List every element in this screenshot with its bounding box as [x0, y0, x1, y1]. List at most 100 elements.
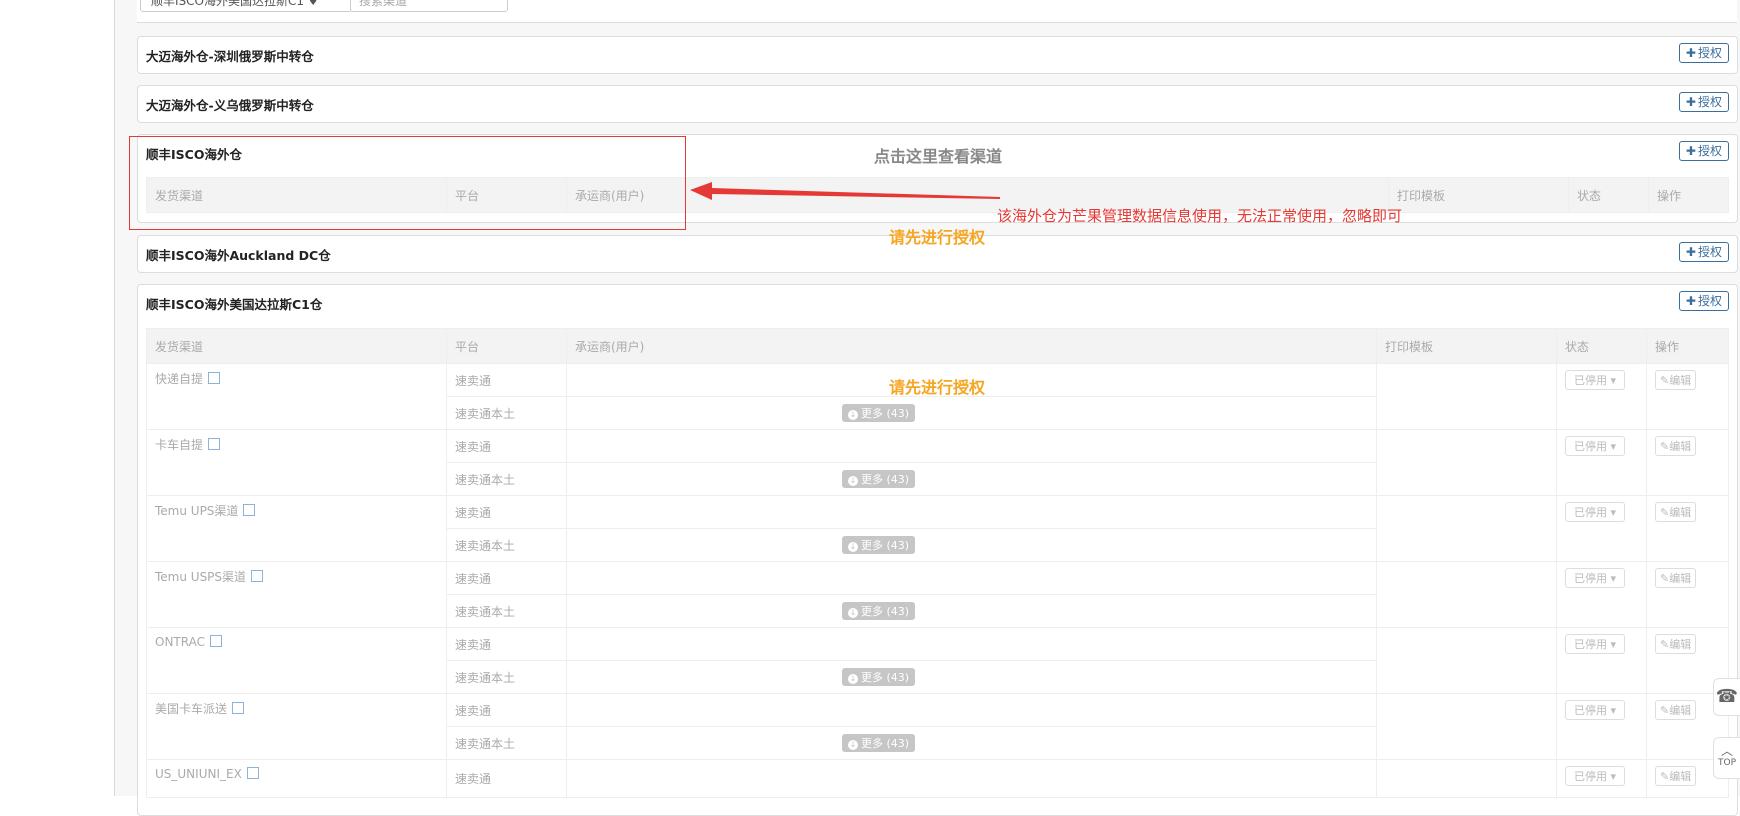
table-row: 卡车自提 速卖通 已停用 ▾ ✎编辑: [146, 429, 1729, 496]
edit-label: 编辑: [1669, 704, 1692, 717]
channel-name: US_UNIUNI_EX: [155, 767, 242, 781]
arrow-down-circle-icon: ↓: [848, 740, 858, 750]
authorize-button[interactable]: ✚ 授权: [1678, 43, 1729, 63]
status-dropdown[interactable]: 已停用 ▾: [1565, 370, 1626, 390]
more-label: 更多 (43): [861, 473, 910, 486]
status-cell: 已停用 ▾: [1556, 363, 1647, 430]
status-dropdown[interactable]: 已停用 ▾: [1565, 766, 1626, 786]
edit-button[interactable]: ✎编辑: [1655, 568, 1697, 588]
authorize-hint-annotation: 请先进行授权: [889, 378, 986, 397]
edit-label: 编辑: [1669, 572, 1692, 585]
edit-icon[interactable]: [246, 767, 259, 779]
warehouse-select[interactable]: 顺丰ISCO海外美国达拉斯C1 ♦: [140, 0, 352, 12]
more-label: 更多 (43): [861, 605, 910, 618]
plus-icon: ✚: [1685, 294, 1696, 308]
column-header-carrier: 承运商(用户): [566, 328, 1377, 364]
status-dropdown[interactable]: 已停用 ▾: [1565, 502, 1626, 522]
carrier-cell: [566, 627, 1377, 661]
authorize-label: 授权: [1697, 245, 1722, 259]
template-cell: [1376, 561, 1557, 628]
panel-title: 大迈海外仓-深圳俄罗斯中转仓: [146, 49, 314, 64]
status-dropdown[interactable]: 已停用 ▾: [1565, 436, 1626, 456]
channel-name-cell: Temu UPS渠道: [146, 495, 447, 562]
more-button[interactable]: ↓ 更多 (43): [842, 734, 916, 752]
back-to-top-button[interactable]: ︿ TOP: [1713, 737, 1740, 779]
edit-button[interactable]: ✎编辑: [1655, 370, 1697, 390]
edit-label: 编辑: [1669, 506, 1692, 519]
authorize-button[interactable]: ✚ 授权: [1678, 291, 1729, 311]
status-cell: 已停用 ▾: [1556, 429, 1647, 496]
channel-name: Temu USPS渠道: [155, 570, 247, 584]
edit-button[interactable]: ✎编辑: [1655, 502, 1697, 522]
status-label: 已停用: [1574, 704, 1607, 717]
column-header-platform: 平台: [446, 328, 567, 364]
carrier-cell: [566, 759, 1377, 798]
edit-label: 编辑: [1669, 638, 1692, 651]
more-button[interactable]: ↓ 更多 (43): [842, 470, 916, 488]
channel-name: 快递自提: [155, 372, 204, 386]
more-button[interactable]: ↓ 更多 (43): [842, 602, 916, 620]
table-row: Temu UPS渠道 速卖通 已停用 ▾ ✎编辑: [146, 495, 1729, 562]
more-label: 更多 (43): [861, 407, 910, 420]
edit-icon[interactable]: [232, 702, 245, 714]
platform-cell: 速卖通本土: [446, 396, 567, 430]
click-hint-annotation: 点击这里查看渠道: [874, 147, 1003, 166]
edit-icon[interactable]: [251, 570, 264, 582]
authorize-label: 授权: [1697, 46, 1722, 60]
more-button[interactable]: ↓ 更多 (43): [842, 404, 916, 422]
arrow-down-circle-icon: ↓: [848, 476, 858, 486]
edit-label: 编辑: [1669, 374, 1692, 387]
status-label: 已停用: [1574, 506, 1607, 519]
arrow-down-circle-icon: ↓: [848, 674, 858, 684]
authorize-hint-annotation: 请先进行授权: [889, 228, 986, 247]
edit-icon[interactable]: [208, 438, 221, 450]
authorize-button[interactable]: ✚ 授权: [1678, 242, 1729, 262]
edit-icon[interactable]: [209, 635, 222, 647]
column-header-action: 操作: [1648, 177, 1729, 213]
status-cell: 已停用 ▾: [1556, 561, 1647, 628]
arrow-down-circle-icon: ↓: [848, 410, 858, 420]
authorize-label: 授权: [1697, 95, 1722, 109]
status-label: 已停用: [1574, 440, 1607, 453]
edit-button[interactable]: ✎编辑: [1655, 766, 1697, 786]
edit-icon[interactable]: [208, 372, 221, 384]
more-button[interactable]: ↓ 更多 (43): [842, 536, 916, 554]
more-button[interactable]: ↓ 更多 (43): [842, 668, 916, 686]
warehouse-panel: 顺丰ISCO海外美国达拉斯C1仓 ✚ 授权 发货渠道 平台 承运商(用户) 打印模…: [137, 284, 1738, 816]
edit-icon[interactable]: [243, 504, 256, 516]
panel-title: 顺丰ISCO海外美国达拉斯C1仓: [146, 297, 323, 312]
edit-label: 编辑: [1669, 440, 1692, 453]
table-row: ONTRAC 速卖通 已停用 ▾ ✎编辑: [146, 627, 1729, 694]
template-cell: [1376, 363, 1557, 430]
platform-cell: 速卖通: [446, 495, 567, 529]
template-cell: [1376, 429, 1557, 496]
channel-name-cell: 卡车自提: [146, 429, 447, 496]
channel-name: 卡车自提: [155, 438, 204, 452]
search-channel-input[interactable]: 搜索渠道: [350, 0, 508, 12]
panel-title: 大迈海外仓-义乌俄罗斯中转仓: [146, 98, 314, 113]
edit-button[interactable]: ✎编辑: [1655, 436, 1697, 456]
top-label: TOP: [1717, 758, 1736, 768]
edit-button[interactable]: ✎编辑: [1655, 700, 1697, 720]
column-header-status: 状态: [1556, 328, 1647, 364]
carrier-cell: ↓ 更多 (43): [566, 726, 1377, 760]
authorize-button[interactable]: ✚ 授权: [1678, 141, 1729, 161]
column-header-channel: 发货渠道: [146, 328, 447, 364]
customer-service-button[interactable]: ☎: [1713, 678, 1740, 716]
status-dropdown[interactable]: 已停用 ▾: [1565, 700, 1626, 720]
status-dropdown[interactable]: 已停用 ▾: [1565, 568, 1626, 588]
more-label: 更多 (43): [861, 737, 910, 750]
carrier-cell: [566, 561, 1377, 595]
more-label: 更多 (43): [861, 671, 910, 684]
carrier-cell: ↓ 更多 (43): [566, 528, 1377, 562]
channel-name: ONTRAC: [155, 635, 205, 649]
chevron-up-icon: ︿: [1720, 744, 1733, 758]
status-cell: 已停用 ▾: [1556, 759, 1647, 798]
plus-icon: ✚: [1685, 144, 1696, 158]
platform-cell: 速卖通: [446, 429, 567, 463]
status-dropdown[interactable]: 已停用 ▾: [1565, 634, 1626, 654]
authorize-button[interactable]: ✚ 授权: [1678, 92, 1729, 112]
carrier-cell: [566, 495, 1377, 529]
edit-button[interactable]: ✎编辑: [1655, 634, 1697, 654]
authorize-label: 授权: [1697, 294, 1722, 308]
